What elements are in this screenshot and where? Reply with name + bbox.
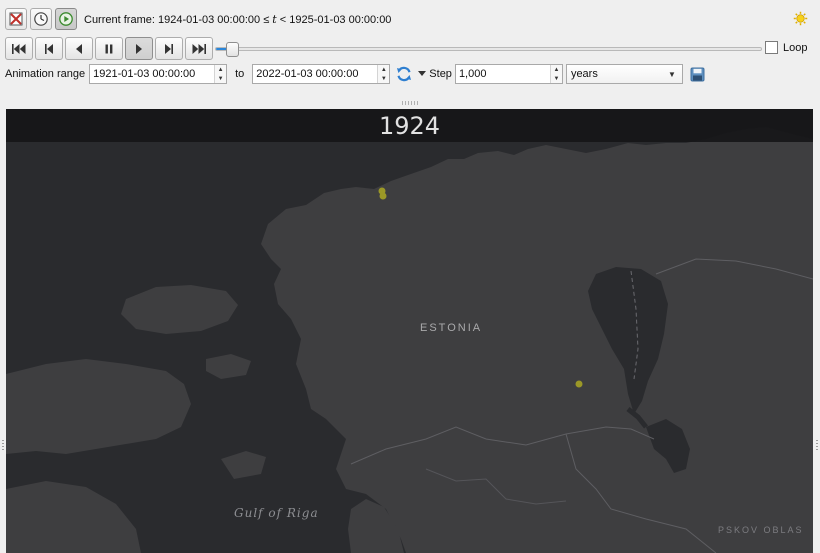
step-field[interactable]: 1,000 ▲ ▼ <box>454 64 563 84</box>
skip-to-end-icon <box>192 43 206 54</box>
country-label: ESTONIA <box>420 322 483 334</box>
range-start-value: 1921-01-03 00:00:00 <box>93 68 196 80</box>
loop-checkbox[interactable] <box>765 41 778 54</box>
refresh-icon[interactable] <box>395 65 413 83</box>
step-back-icon <box>45 43 53 54</box>
range-start-spinner[interactable]: ▲ ▼ <box>214 65 227 83</box>
save-icon[interactable] <box>690 67 705 82</box>
chevron-up-icon[interactable]: ▲ <box>215 65 226 74</box>
chevron-down-icon: ▼ <box>668 69 676 79</box>
play-forward-button[interactable] <box>125 37 153 60</box>
hiiumaa-island <box>121 285 238 334</box>
play-icon <box>136 43 142 54</box>
basemap-svg <box>6 127 813 553</box>
animation-range-label: Animation range <box>5 68 86 80</box>
playback-toolbar <box>5 37 215 60</box>
step-spinner[interactable]: ▲ ▼ <box>549 65 562 83</box>
step-value: 1,000 <box>458 68 487 80</box>
step-forward-icon <box>165 43 173 54</box>
range-to-label: to <box>235 68 245 80</box>
play-backward-icon <box>76 43 82 54</box>
temporal-controller-panel: Current frame: 1924-01-03 00:00:00 ≤ t <… <box>0 0 820 553</box>
current-frame-text: Current frame: 1924-01-03 00:00:00 ≤ t <… <box>84 13 391 26</box>
range-start-field[interactable]: 1921-01-03 00:00:00 ▲ ▼ <box>89 64 228 84</box>
gulf-island <box>221 451 266 479</box>
frame-leq: ≤ <box>263 13 270 26</box>
step-label: Step <box>429 68 452 80</box>
animation-range-row: Animation range 1921-01-03 00:00:00 ▲ ▼ t… <box>5 64 705 84</box>
saaremaa-island <box>6 359 191 454</box>
mode-toolbar: Current frame: 1924-01-03 00:00:00 ≤ t <… <box>5 8 391 30</box>
previous-frame-button[interactable] <box>35 37 63 60</box>
play-circle-icon <box>59 12 73 26</box>
rewind-to-start-button[interactable] <box>5 37 33 60</box>
frame-start: 1924-01-03 00:00:00 <box>157 13 261 26</box>
current-frame-prefix: Current frame: <box>84 13 158 26</box>
disable-temporal-button[interactable] <box>5 8 27 30</box>
next-frame-button[interactable] <box>155 37 183 60</box>
slider-handle[interactable] <box>226 42 240 57</box>
fixed-range-icon <box>9 12 23 26</box>
chevron-down-icon[interactable]: ▼ <box>551 74 562 83</box>
pause-button[interactable] <box>95 37 123 60</box>
chevron-up-icon[interactable]: ▲ <box>378 65 389 74</box>
frame-end: 1925-01-03 00:00:00 <box>289 13 392 26</box>
pause-icon <box>105 44 113 53</box>
frame-lt: < <box>279 13 287 26</box>
right-resize-grip[interactable] <box>816 440 818 450</box>
step-dropdown-icon[interactable] <box>418 71 427 77</box>
frame-slider[interactable] <box>215 42 762 57</box>
loop-option[interactable]: Loop <box>765 41 807 54</box>
sun-settings-icon[interactable] <box>793 11 808 26</box>
muhu-island <box>206 354 251 379</box>
data-point[interactable] <box>379 192 387 200</box>
step-unit-value: years <box>570 68 598 80</box>
range-end-value: 2022-01-03 00:00:00 <box>256 68 359 80</box>
play-backward-button[interactable] <box>65 37 93 60</box>
step-unit-select[interactable]: years ▼ <box>565 64 683 84</box>
skip-to-end-button[interactable] <box>185 37 213 60</box>
skip-to-start-icon <box>12 43 26 54</box>
land-mass <box>261 127 813 553</box>
splitter-handle[interactable] <box>402 101 418 105</box>
region-label: PSKOV OBLAS <box>718 525 804 535</box>
loop-label: Loop <box>783 41 808 54</box>
frame-var: t <box>272 12 277 26</box>
clock-icon <box>34 12 48 26</box>
chevron-up-icon[interactable]: ▲ <box>551 65 562 74</box>
chevron-down-icon[interactable]: ▼ <box>378 74 389 83</box>
left-resize-grip[interactable] <box>2 440 4 450</box>
courland-land <box>6 481 141 553</box>
animated-mode-button[interactable] <box>55 8 77 30</box>
data-point[interactable] <box>575 380 583 388</box>
fixed-range-button[interactable] <box>30 8 52 30</box>
map-canvas[interactable]: 1924 ESTONIA Gulf of Riga PSKOV OBLAS <box>6 109 813 553</box>
year-banner: 1924 <box>6 109 813 142</box>
gulf-label: Gulf of Riga <box>234 506 319 520</box>
range-end-spinner[interactable]: ▲ ▼ <box>377 65 390 83</box>
chevron-down-icon[interactable]: ▼ <box>215 74 226 83</box>
range-end-field[interactable]: 2022-01-03 00:00:00 ▲ ▼ <box>252 64 391 84</box>
